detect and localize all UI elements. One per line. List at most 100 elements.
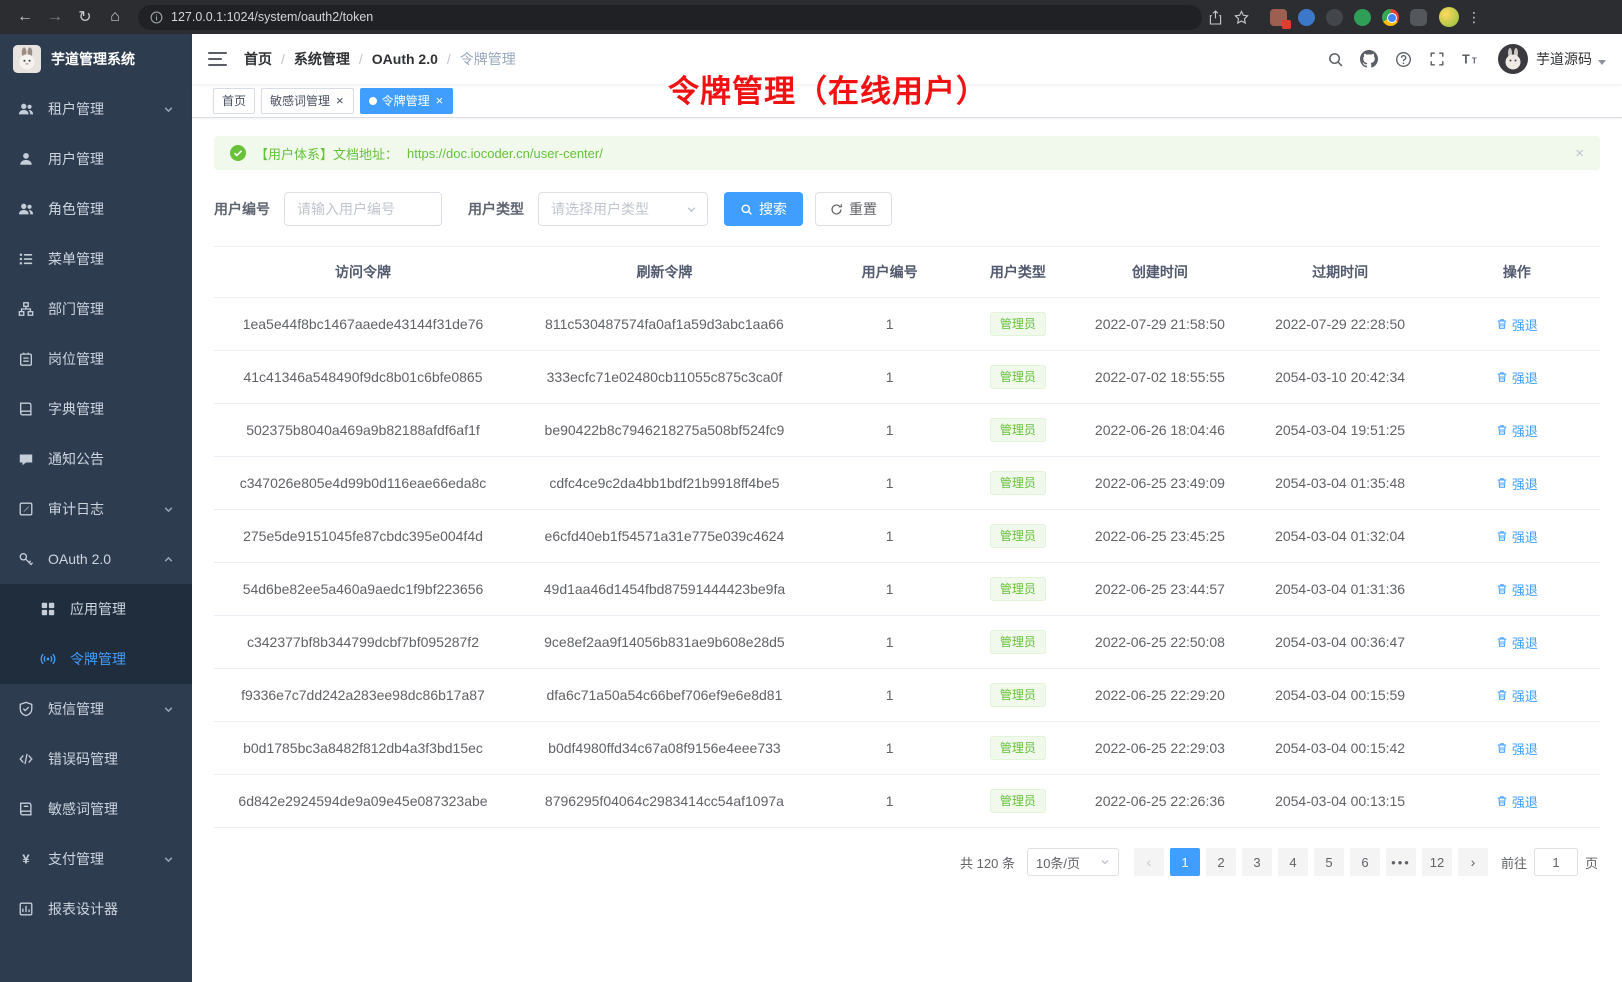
sidebar-item-oauth[interactable]: OAuth 2.0 [0, 534, 192, 584]
sidebar-item-error-code[interactable]: 错误码管理 [0, 734, 192, 784]
tab-敏感词管理[interactable]: 敏感词管理 × [261, 88, 354, 114]
force-logout-button[interactable]: 强退 [1496, 686, 1538, 705]
address-bar[interactable]: 127.0.0.1:1024/system/oauth2/token [138, 5, 1202, 30]
breadcrumb-item: 令牌管理 [460, 49, 516, 69]
expire-time-cell: 2054-03-04 01:32:04 [1247, 510, 1434, 563]
extension-icon[interactable] [1298, 9, 1315, 26]
chevron-down-icon [163, 704, 174, 715]
extension-icon[interactable] [1354, 9, 1371, 26]
breadcrumb-item[interactable]: 首页 [244, 49, 272, 69]
sidebar-item-sensitive-word[interactable]: 敏感词管理 [0, 784, 192, 834]
search-icon[interactable] [1318, 42, 1352, 76]
sidebar-item-sms-shield[interactable]: 短信管理 [0, 684, 192, 734]
next-page-button[interactable]: › [1458, 848, 1488, 876]
sidebar-item-label: 短信管理 [48, 699, 104, 719]
browser-profile-avatar[interactable] [1439, 7, 1459, 27]
breadcrumb-item[interactable]: 系统管理 [294, 49, 350, 69]
doc-link[interactable]: https://doc.iocoder.cn/user-center/ [407, 146, 603, 161]
page-button-3[interactable]: 3 [1242, 848, 1272, 876]
bookmark-star-icon[interactable] [1228, 4, 1254, 30]
page-size-select[interactable]: 10条/页 [1027, 848, 1119, 876]
page-button-6[interactable]: 6 [1350, 848, 1380, 876]
browser-menu-icon[interactable]: ⋮ [1467, 9, 1481, 26]
browser-home-icon[interactable]: ⌂ [100, 3, 130, 31]
page-button-12[interactable]: 12 [1422, 848, 1452, 876]
table-row: b0d1785bc3a8482f812db4a3f3bd15ec b0df498… [214, 722, 1600, 775]
puzzle-extensions-icon[interactable] [1410, 9, 1427, 26]
user-type-cell: 管理员 [962, 669, 1073, 722]
page-button-4[interactable]: 4 [1278, 848, 1308, 876]
tab-令牌管理[interactable]: 令牌管理 × [360, 88, 454, 114]
goto-page-input[interactable] [1534, 848, 1578, 876]
refresh-icon [830, 203, 843, 216]
user-id-cell: 1 [817, 351, 963, 404]
sidebar-item-audit-log[interactable]: 审计日志 [0, 484, 192, 534]
force-logout-button[interactable]: 强退 [1496, 421, 1538, 440]
sidebar-item-menu-list[interactable]: 菜单管理 [0, 234, 192, 284]
sidebar-item-users[interactable]: 角色管理 [0, 184, 192, 234]
user-menu[interactable]: 芋道源码 [1498, 44, 1606, 74]
font-size-icon[interactable]: TT [1454, 42, 1488, 76]
page-button-5[interactable]: 5 [1314, 848, 1344, 876]
force-logout-button[interactable]: 强退 [1496, 739, 1538, 758]
force-logout-button[interactable]: 强退 [1496, 315, 1538, 334]
force-logout-button[interactable]: 强退 [1496, 580, 1538, 599]
sidebar-item-users[interactable]: 租户管理 [0, 84, 192, 134]
svg-text:¥: ¥ [22, 851, 30, 866]
column-header: 刷新令牌 [512, 247, 817, 298]
force-logout-button[interactable]: 强退 [1496, 474, 1538, 493]
app-logo[interactable]: 芋道管理系统 [0, 34, 192, 84]
table-body: 1ea5e44f8bc1467aaede43144f31de76 811c530… [214, 298, 1600, 828]
close-icon[interactable]: × [435, 94, 445, 107]
sidebar-item-announcement[interactable]: 通知公告 [0, 434, 192, 484]
sidebar-item-payment[interactable]: ¥ 支付管理 [0, 834, 192, 884]
force-logout-button[interactable]: 强退 [1496, 633, 1538, 652]
fullscreen-icon[interactable] [1420, 42, 1454, 76]
access-token-cell: 275e5de9151045fe87cbdc395e004f4d [214, 510, 512, 563]
prev-page-button[interactable]: ‹ [1134, 848, 1164, 876]
alert-text: 【用户体系】文档地址： [255, 144, 398, 163]
breadcrumb-item[interactable]: OAuth 2.0 [372, 51, 438, 67]
sidebar-item-user[interactable]: 用户管理 [0, 134, 192, 184]
refresh-token-cell: e6cfd40eb1f54571a31e775e039c4624 [512, 510, 817, 563]
page-ellipsis[interactable]: ••• [1386, 848, 1416, 876]
browser-forward-icon[interactable]: → [40, 3, 70, 31]
page-buttons: 123456•••12 [1167, 848, 1455, 876]
expire-time-cell: 2054-03-04 00:15:59 [1247, 669, 1434, 722]
action-cell: 强退 [1434, 298, 1600, 351]
page-button-2[interactable]: 2 [1206, 848, 1236, 876]
extension-icon[interactable] [1270, 9, 1287, 26]
annotation-text: 令牌管理（在线用户） [668, 66, 988, 111]
user-type-select[interactable]: 请选择用户类型 [538, 192, 708, 226]
sidebar-item-dictionary[interactable]: 字典管理 [0, 384, 192, 434]
action-cell: 强退 [1434, 669, 1600, 722]
force-logout-button[interactable]: 强退 [1496, 368, 1538, 387]
user-id-input[interactable] [284, 192, 442, 226]
github-icon[interactable] [1352, 42, 1386, 76]
page-button-1[interactable]: 1 [1170, 848, 1200, 876]
table-row: 502375b8040a469a9b82188afdf6af1f be90422… [214, 404, 1600, 457]
sidebar-item-org-tree[interactable]: 部门管理 [0, 284, 192, 334]
reset-button[interactable]: 重置 [815, 192, 892, 226]
browser-refresh-icon[interactable]: ↻ [70, 3, 100, 31]
delete-icon [1496, 371, 1508, 383]
share-icon[interactable] [1202, 4, 1228, 30]
sidebar-toggle-icon[interactable] [208, 52, 227, 66]
table-row: 1ea5e44f8bc1467aaede43144f31de76 811c530… [214, 298, 1600, 351]
close-icon[interactable]: × [1575, 145, 1584, 162]
sidebar-item-report[interactable]: 报表设计器 [0, 884, 192, 934]
breadcrumb-separator: / [281, 51, 285, 67]
extension-icon[interactable] [1326, 9, 1343, 26]
page-info-icon[interactable] [150, 11, 163, 24]
force-logout-button[interactable]: 强退 [1496, 527, 1538, 546]
sidebar-item-token-signal[interactable]: 令牌管理 [0, 634, 192, 684]
search-button[interactable]: 搜索 [724, 192, 803, 226]
help-icon[interactable] [1386, 42, 1420, 76]
sidebar-item-badge[interactable]: 岗位管理 [0, 334, 192, 384]
close-icon[interactable]: × [335, 94, 345, 107]
sidebar-item-app-grid[interactable]: 应用管理 [0, 584, 192, 634]
tab-首页[interactable]: 首页 [213, 88, 255, 114]
browser-back-icon[interactable]: ← [10, 3, 40, 31]
force-logout-button[interactable]: 强退 [1496, 792, 1538, 811]
extension-icon[interactable] [1382, 9, 1399, 26]
